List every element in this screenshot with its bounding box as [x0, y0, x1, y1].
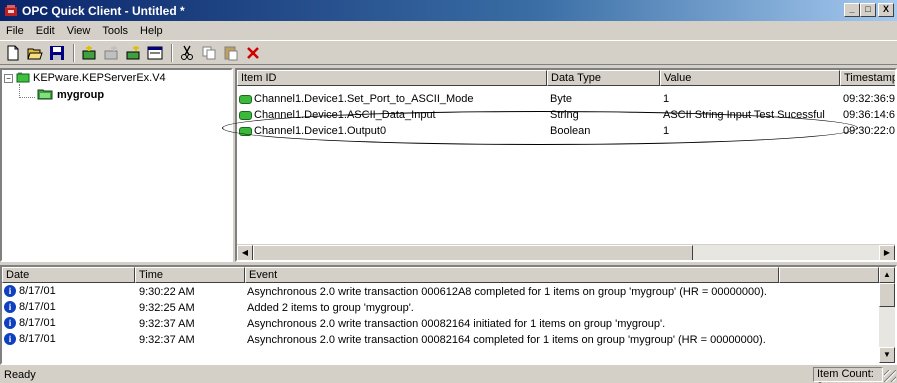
- status-text: Ready: [4, 368, 36, 381]
- column-header-date[interactable]: Date: [2, 267, 135, 283]
- item-count: Item Count: 3: [813, 367, 883, 383]
- item-id: Channel1.Device1.ASCII_Data_Input: [254, 109, 436, 121]
- close-button[interactable]: X: [878, 3, 894, 17]
- save-icon[interactable]: [47, 43, 67, 63]
- log-time: 9:32:37 AM: [139, 334, 195, 346]
- column-header-data-type[interactable]: Data Type: [547, 70, 660, 86]
- log-event: Added 2 items to group 'mygroup'.: [247, 302, 414, 314]
- menu-view[interactable]: View: [61, 25, 97, 37]
- scroll-right-icon[interactable]: ▶: [879, 245, 895, 260]
- server-tree[interactable]: − KEPware.KEPServerEx.V4 mygroup: [0, 68, 233, 262]
- copy-icon[interactable]: [199, 43, 219, 63]
- folder-icon: [37, 88, 53, 103]
- column-header-timestamp[interactable]: Timestamp: [840, 70, 895, 86]
- column-header-item-id[interactable]: Item ID: [237, 70, 547, 86]
- log-event: Asynchronous 2.0 write transaction 00082…: [247, 334, 766, 346]
- new-item-icon[interactable]: [123, 43, 143, 63]
- item-value: 1: [663, 93, 670, 105]
- info-icon: i: [4, 285, 16, 298]
- delete-icon[interactable]: [243, 43, 263, 63]
- item-id: Channel1.Device1.Output0: [254, 125, 387, 137]
- server-icon: [16, 71, 30, 86]
- item-id: Channel1.Device1.Set_Port_to_ASCII_Mode: [254, 93, 474, 105]
- menu-help[interactable]: Help: [134, 25, 169, 37]
- menu-tools[interactable]: Tools: [96, 25, 134, 37]
- resize-grip-icon[interactable]: [884, 370, 896, 382]
- menu-file[interactable]: File: [0, 25, 30, 37]
- server-label: KEPware.KEPServerEx.V4: [33, 72, 166, 84]
- log-time: 9:32:37 AM: [139, 318, 195, 330]
- open-icon[interactable]: [25, 43, 45, 63]
- collapse-icon[interactable]: −: [4, 73, 13, 83]
- properties-icon[interactable]: [145, 43, 165, 63]
- maximize-button[interactable]: □: [860, 3, 876, 17]
- item-data-type: String: [550, 109, 579, 121]
- toolbar-separator: [171, 43, 173, 62]
- item-timestamp: 09:30:22:04: [843, 125, 895, 137]
- column-header-blank: [779, 267, 879, 283]
- log-date: 8/17/01: [19, 301, 56, 313]
- title-bar[interactable]: OPC Quick Client - Untitled * _ □ X: [0, 0, 897, 21]
- info-icon: i: [4, 317, 16, 330]
- scroll-left-icon[interactable]: ◀: [237, 245, 253, 260]
- tag-icon: [239, 94, 252, 104]
- item-value: ASCII String Input Test Sucessful: [663, 109, 825, 121]
- paste-icon[interactable]: [221, 43, 241, 63]
- tag-icon: [239, 126, 252, 136]
- item-data-type: Boolean: [550, 125, 591, 137]
- info-icon: i: [4, 301, 16, 314]
- status-bar: Ready Item Count: 3: [0, 366, 897, 383]
- new-group-icon[interactable]: [101, 43, 121, 63]
- scroll-thumb[interactable]: [253, 245, 693, 260]
- log-event: Asynchronous 2.0 write transaction 00061…: [247, 286, 767, 298]
- scroll-thumb[interactable]: [879, 283, 895, 307]
- items-list[interactable]: Item ID Data Type Value Timestamp Channe…: [235, 68, 897, 262]
- log-event: Asynchronous 2.0 write transaction 00082…: [247, 318, 666, 330]
- log-date: 8/17/01: [19, 317, 56, 329]
- scroll-down-icon[interactable]: ▼: [879, 347, 895, 363]
- item-value: 1: [663, 125, 670, 137]
- column-header-time[interactable]: Time: [135, 267, 245, 283]
- event-log[interactable]: Date Time Event i 8/17/01 9:30:22 AM Asyn…: [0, 265, 897, 365]
- menu-bar: File Edit View Tools Help: [0, 21, 897, 40]
- item-timestamp: 09:36:14:64: [843, 109, 895, 121]
- new-server-icon[interactable]: [79, 43, 99, 63]
- cut-icon[interactable]: [177, 43, 197, 63]
- log-time: 9:30:22 AM: [139, 286, 195, 298]
- horizontal-scrollbar[interactable]: ◀ ▶: [237, 244, 895, 260]
- log-date: 8/17/01: [19, 285, 56, 297]
- minimize-button[interactable]: _: [844, 3, 860, 17]
- log-date: 8/17/01: [19, 333, 56, 345]
- item-timestamp: 09:32:36:93: [843, 93, 895, 105]
- toolbar-separator: [73, 43, 75, 62]
- tag-icon: [239, 110, 252, 120]
- tree-node-group[interactable]: mygroup: [37, 88, 104, 102]
- menu-edit[interactable]: Edit: [30, 25, 61, 37]
- column-header-event[interactable]: Event: [245, 267, 779, 283]
- group-label: mygroup: [57, 89, 105, 101]
- column-header-value[interactable]: Value: [660, 70, 840, 86]
- log-time: 9:32:25 AM: [139, 302, 195, 314]
- tree-node-server[interactable]: − KEPware.KEPServerEx.V4: [4, 71, 166, 85]
- vertical-scrollbar[interactable]: ▲ ▼: [879, 267, 895, 363]
- scroll-up-icon[interactable]: ▲: [879, 267, 895, 283]
- app-icon: [4, 4, 18, 18]
- toolbar: [0, 40, 897, 65]
- item-data-type: Byte: [550, 93, 573, 105]
- info-icon: i: [4, 333, 16, 346]
- window-title: OPC Quick Client - Untitled *: [22, 3, 185, 18]
- new-icon[interactable]: [3, 43, 23, 63]
